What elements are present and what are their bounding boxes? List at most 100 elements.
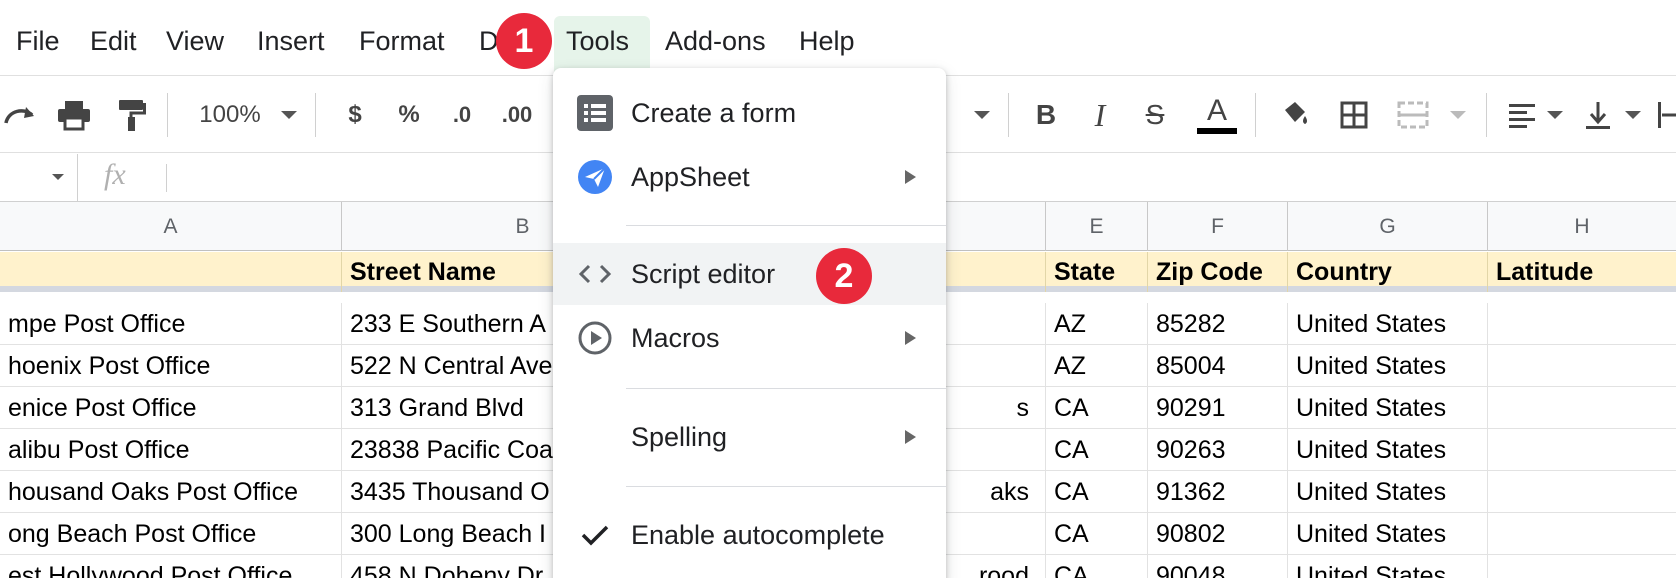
- menu-item-enable-autocomplete[interactable]: Enable autocomplete: [553, 504, 946, 566]
- table-cell[interactable]: United States: [1288, 387, 1488, 429]
- increase-decimal-button[interactable]: .00: [494, 77, 540, 153]
- table-cell[interactable]: CA: [1046, 471, 1148, 513]
- play-circle-icon: [577, 320, 613, 356]
- font-size-chevron-down-icon[interactable]: [974, 111, 990, 119]
- column-header-e[interactable]: E: [1046, 202, 1148, 251]
- bold-button[interactable]: B: [1030, 77, 1062, 153]
- checkmark-icon: [577, 517, 613, 553]
- borders-icon[interactable]: [1335, 77, 1373, 153]
- table-cell[interactable]: [1488, 345, 1676, 387]
- decrease-decimal-button[interactable]: .0: [442, 77, 482, 153]
- menu-format[interactable]: Format: [347, 16, 457, 66]
- fill-color-icon[interactable]: [1276, 77, 1314, 153]
- table-cell[interactable]: 90048: [1148, 555, 1288, 578]
- menu-help[interactable]: Help: [787, 16, 867, 66]
- code-icon: [577, 256, 613, 292]
- horizontal-align-icon[interactable]: [1504, 77, 1540, 153]
- italic-button[interactable]: I: [1084, 77, 1116, 153]
- table-cell[interactable]: housand Oaks Post Office: [0, 471, 342, 513]
- header-cell-latitude[interactable]: Latitude: [1488, 252, 1676, 292]
- table-cell[interactable]: CA: [1046, 429, 1148, 471]
- vertical-align-icon[interactable]: [1582, 77, 1614, 153]
- menu-bar: File Edit View Insert Format D Tools Add…: [0, 0, 1676, 76]
- toolbar-divider: [167, 93, 168, 137]
- table-cell[interactable]: mpe Post Office: [0, 303, 342, 345]
- table-cell[interactable]: [1488, 387, 1676, 429]
- table-cell[interactable]: [1488, 429, 1676, 471]
- table-cell[interactable]: United States: [1288, 345, 1488, 387]
- header-cell-a[interactable]: [0, 252, 342, 292]
- menu-separator: [626, 486, 946, 487]
- tools-dropdown-menu: Create a form AppSheet Script editor Mac…: [553, 68, 946, 578]
- merge-chevron-down-icon[interactable]: [1450, 111, 1466, 119]
- table-cell[interactable]: AZ: [1046, 345, 1148, 387]
- table-cell[interactable]: [1488, 513, 1676, 555]
- header-cell-zip-code[interactable]: Zip Code: [1148, 252, 1288, 292]
- menu-edit[interactable]: Edit: [78, 16, 149, 66]
- column-header-f[interactable]: F: [1148, 202, 1288, 251]
- name-box[interactable]: [0, 154, 78, 202]
- table-cell[interactable]: [1488, 555, 1676, 578]
- table-cell[interactable]: [1488, 471, 1676, 513]
- print-icon[interactable]: [52, 77, 96, 153]
- menu-addons[interactable]: Add-ons: [653, 16, 778, 66]
- menu-separator: [626, 225, 946, 226]
- column-header-a[interactable]: A: [0, 202, 342, 251]
- header-cell-country[interactable]: Country: [1288, 252, 1488, 292]
- menu-item-macros[interactable]: Macros: [553, 307, 946, 369]
- menu-insert[interactable]: Insert: [245, 16, 337, 66]
- table-cell[interactable]: United States: [1288, 513, 1488, 555]
- menu-file[interactable]: File: [4, 16, 72, 66]
- formula-divider: [166, 164, 167, 192]
- table-cell[interactable]: United States: [1288, 429, 1488, 471]
- table-cell[interactable]: United States: [1288, 471, 1488, 513]
- menu-item-appsheet[interactable]: AppSheet: [553, 146, 946, 208]
- table-cell[interactable]: [1488, 303, 1676, 345]
- table-cell[interactable]: 91362: [1148, 471, 1288, 513]
- menu-tools[interactable]: Tools: [554, 16, 650, 76]
- table-cell[interactable]: enice Post Office: [0, 387, 342, 429]
- toolbar-divider: [1486, 93, 1487, 137]
- table-cell[interactable]: alibu Post Office: [0, 429, 342, 471]
- table-cell[interactable]: 90291: [1148, 387, 1288, 429]
- submenu-arrow-icon: [905, 430, 916, 444]
- table-cell[interactable]: ong Beach Post Office: [0, 513, 342, 555]
- table-cell[interactable]: CA: [1046, 555, 1148, 578]
- halign-chevron-down-icon[interactable]: [1547, 111, 1563, 119]
- zoom-select[interactable]: 100%: [190, 77, 270, 153]
- menu-view[interactable]: View: [154, 16, 236, 66]
- menu-item-spelling[interactable]: Spelling: [553, 406, 946, 468]
- table-cell[interactable]: 85282: [1148, 303, 1288, 345]
- menu-item-script-editor[interactable]: Script editor: [553, 243, 946, 305]
- currency-format-button[interactable]: $: [340, 77, 370, 153]
- table-cell[interactable]: hoenix Post Office: [0, 345, 342, 387]
- column-header-h[interactable]: H: [1488, 202, 1676, 251]
- redo-icon[interactable]: [0, 77, 40, 153]
- toolbar-divider: [315, 93, 316, 137]
- step-marker-2: 2: [816, 248, 872, 304]
- table-cell[interactable]: CA: [1046, 513, 1148, 555]
- table-cell[interactable]: est Hollywood Post Office: [0, 555, 342, 578]
- appsheet-icon: [577, 159, 613, 195]
- menu-item-create-form[interactable]: Create a form: [553, 82, 946, 144]
- column-header-g[interactable]: G: [1288, 202, 1488, 251]
- zoom-chevron-down-icon[interactable]: [281, 111, 297, 119]
- table-cell[interactable]: AZ: [1046, 303, 1148, 345]
- table-cell[interactable]: 90263: [1148, 429, 1288, 471]
- table-cell[interactable]: 85004: [1148, 345, 1288, 387]
- table-cell[interactable]: United States: [1288, 303, 1488, 345]
- submenu-arrow-icon: [905, 170, 916, 184]
- text-wrap-icon[interactable]: [1656, 77, 1676, 153]
- percent-format-button[interactable]: %: [392, 77, 426, 153]
- table-cell[interactable]: 90802: [1148, 513, 1288, 555]
- paint-format-icon[interactable]: [112, 77, 152, 153]
- table-cell[interactable]: United States: [1288, 555, 1488, 578]
- valign-chevron-down-icon[interactable]: [1625, 111, 1641, 119]
- fx-icon: fx: [104, 158, 126, 191]
- name-box-chevron-down-icon[interactable]: [52, 174, 64, 180]
- header-cell-state[interactable]: State: [1046, 252, 1148, 292]
- text-color-button[interactable]: A: [1194, 77, 1240, 153]
- table-cell[interactable]: CA: [1046, 387, 1148, 429]
- merge-cells-icon[interactable]: [1393, 77, 1433, 153]
- strikethrough-button[interactable]: S: [1138, 77, 1172, 153]
